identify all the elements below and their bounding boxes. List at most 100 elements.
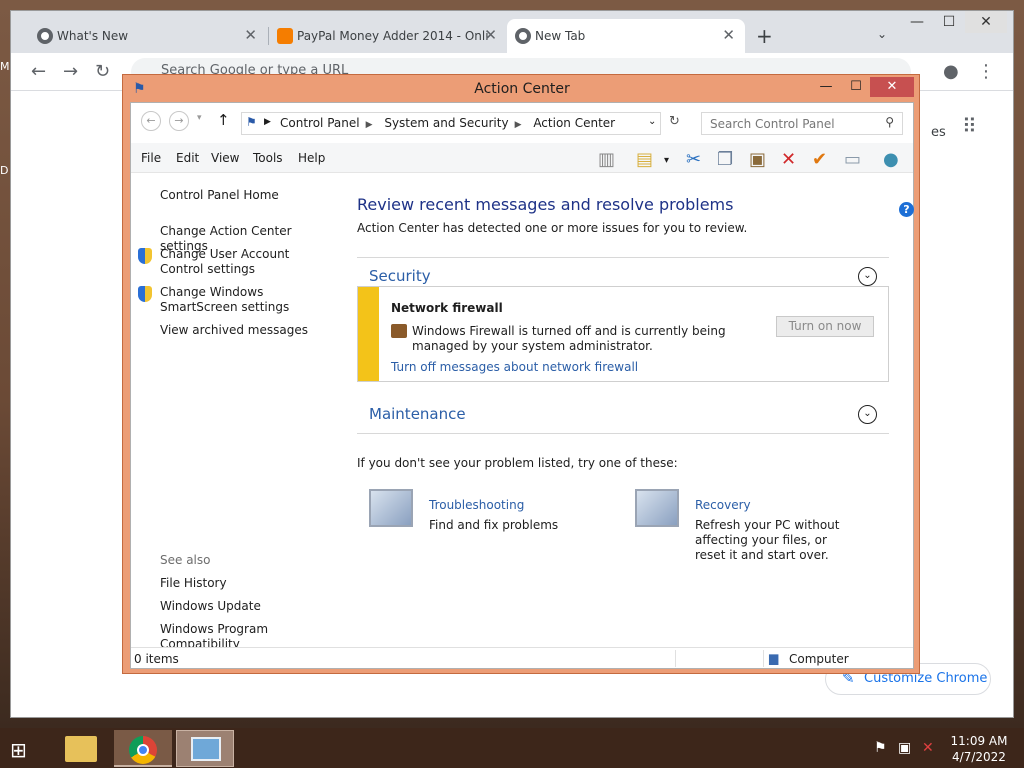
firewall-icon [391,324,407,338]
file-history-link[interactable]: File History [160,576,227,591]
clock[interactable]: 11:09 AM 4/7/2022 [944,733,1014,765]
main-pane: Review recent messages and resolve probl… [357,173,897,643]
firewall-alert: Network firewall Windows Firewall is tur… [357,286,889,382]
chevron-down-icon[interactable]: ⌄ [858,405,877,424]
apps-grid-icon[interactable]: ⠿ [962,114,977,138]
tab-whats-new[interactable]: What's New ✕ [29,19,267,53]
alert-title: Network firewall [391,301,503,315]
refresh-icon[interactable]: ↻ [669,114,680,129]
clock-time: 11:09 AM [950,734,1008,748]
maximize-button[interactable]: ☐ [843,77,869,97]
partial-text: es [931,125,946,140]
up-arrow-icon[interactable]: ↑ [217,111,230,129]
new-tab-button[interactable]: + [756,24,773,48]
chrome-icon [37,28,53,44]
turn-off-messages-link[interactable]: Turn off messages about network firewall [391,360,638,374]
recovery-icon [635,489,679,527]
uac-shield-icon [138,248,152,264]
search-input[interactable]: Search Control Panel ⚲ [701,112,903,135]
desktop-icon-partial[interactable]: M [0,60,10,73]
page-subtitle: Action Center has detected one or more i… [357,221,748,235]
minimize-button[interactable]: — [901,11,933,33]
taskbar-file-explorer[interactable] [52,730,110,767]
menu-view[interactable]: View [211,151,239,165]
view-archived-messages-link[interactable]: View archived messages [160,323,308,338]
turn-on-now-button[interactable]: Turn on now [776,316,874,337]
taskbar-chrome[interactable] [114,730,172,767]
forward-icon[interactable]: → [169,111,189,131]
maintenance-section-header[interactable]: Maintenance ⌄ [357,396,889,434]
close-icon[interactable]: ✕ [244,26,257,44]
back-icon[interactable]: ← [31,61,46,82]
tab-search-chevron-icon[interactable]: ⌄ [877,27,887,41]
speaker-muted-icon[interactable]: ✕ [922,740,934,756]
location-label: Computer [789,652,849,666]
globe-icon[interactable]: ● [883,149,899,170]
check-icon[interactable]: ✔ [812,149,827,170]
chevron-down-icon[interactable]: ⌄ [858,267,877,286]
windows-update-link[interactable]: Windows Update [160,599,261,614]
chevron-right-icon: ▶ [514,120,522,130]
recovery-link[interactable]: Recovery [695,498,751,512]
flag-icon: ⚑ [246,115,257,129]
change-uac-settings-link[interactable]: Change User Account Control settings [160,247,330,277]
copy-icon[interactable]: ❐ [717,149,733,170]
change-smartscreen-settings-link[interactable]: Change Windows SmartScreen settings [160,285,336,315]
recovery-description: Refresh your PC without affecting your f… [695,518,840,562]
status-bar: 0 items ▆ Computer [131,647,913,668]
menu-file[interactable]: File [141,151,161,165]
close-button[interactable]: ✕ [870,77,914,97]
breadcrumb[interactable]: ⚑ ▶ Control Panel ▶ System and Security ▶ … [241,112,661,135]
blogger-icon [277,28,293,44]
uac-shield-icon [138,286,152,302]
address-bar: ← → ▾ ↑ ⚑ ▶ Control Panel ▶ System and Se… [131,103,913,143]
folder-options-icon[interactable]: ▤ [636,149,653,170]
taskbar-control-panel[interactable] [176,730,234,767]
menu-edit[interactable]: Edit [176,151,199,165]
clock-date: 4/7/2022 [952,750,1006,764]
chevron-down-icon[interactable]: ▾ [664,155,669,166]
back-icon[interactable]: ← [141,111,161,131]
profile-icon[interactable]: ● [943,61,959,82]
breadcrumb-item[interactable]: Control Panel [280,116,360,130]
close-icon[interactable]: ✕ [722,26,735,44]
troubleshooting-description: Find and fix problems [429,518,559,532]
windows-start-icon[interactable]: ⊞ [10,738,27,762]
breadcrumb-item[interactable]: Action Center [533,116,615,130]
window-body: ← → ▾ ↑ ⚑ ▶ Control Panel ▶ System and Se… [130,102,914,669]
troubleshooting-link[interactable]: Troubleshooting [429,498,524,512]
layout-pane-icon[interactable]: ▥ [598,149,615,170]
computer-icon: ▆ [769,651,779,665]
maximize-button[interactable]: ☐ [933,11,965,33]
desktop-icon-partial[interactable]: D [0,164,8,177]
menu-help[interactable]: Help [298,151,325,165]
network-icon[interactable]: ▣ [898,740,911,756]
minimize-button[interactable]: — [813,77,839,97]
try-text: If you don't see your problem listed, tr… [357,456,678,470]
taskbar: ⊞ ⚑ ▣ ✕ 11:09 AM 4/7/2022 [0,728,1024,768]
menu-icon[interactable]: ⋮ [977,61,995,82]
properties-icon[interactable]: ▭ [844,149,861,170]
chevron-down-icon[interactable]: ⌄ [648,116,656,127]
item-count: 0 items [134,652,179,666]
tab-label: New Tab [535,29,586,43]
forward-icon[interactable]: → [63,61,78,82]
close-button[interactable]: ✕ [965,11,1007,33]
search-icon: ⚲ [885,115,894,129]
tab-new-tab[interactable]: New Tab ✕ [507,19,745,53]
status-divider [675,650,676,667]
alert-description: Windows Firewall is turned off and is cu… [412,324,726,353]
tab-paypal[interactable]: PayPal Money Adder 2014 - Onli ✕ [269,19,507,53]
control-panel-home-link[interactable]: Control Panel Home [160,188,279,203]
close-icon[interactable]: ✕ [484,26,497,44]
paste-icon[interactable]: ▣ [749,149,766,170]
action-center-flag-icon[interactable]: ⚑ [874,740,887,756]
reload-icon[interactable]: ↻ [95,61,110,82]
delete-icon[interactable]: ✕ [781,149,796,170]
recent-pages-chevron-icon[interactable]: ▾ [197,113,202,123]
help-icon[interactable]: ? [899,202,914,217]
menu-tools[interactable]: Tools [253,151,283,165]
action-center-window: ⚑ Action Center — ☐ ✕ ← → ▾ ↑ ⚑ ▶ Contro… [122,74,920,674]
breadcrumb-item[interactable]: System and Security [384,116,508,130]
cut-icon[interactable]: ✂ [686,149,701,170]
